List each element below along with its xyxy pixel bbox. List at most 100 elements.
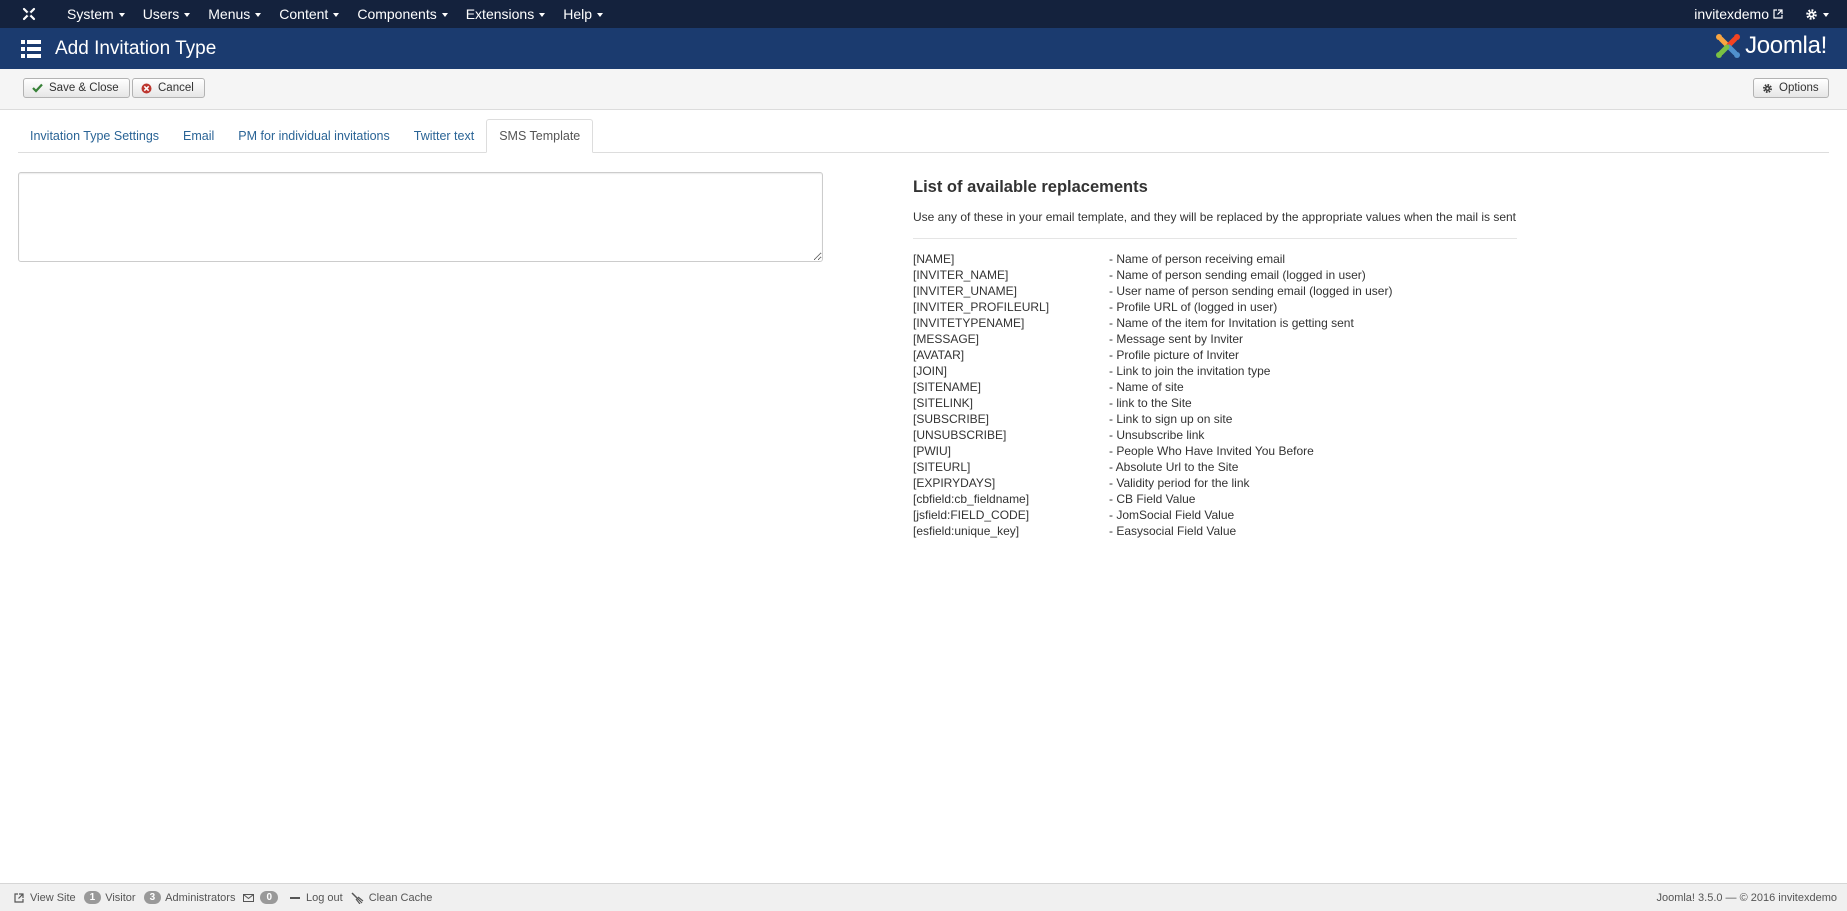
top-navbar: System Users Menus Content Components Ex… bbox=[0, 0, 1847, 28]
site-link[interactable]: invitexdemo bbox=[1684, 6, 1793, 22]
logout-link[interactable]: Log out bbox=[290, 892, 343, 904]
replacement-description: - Validity period for the link bbox=[1109, 476, 1250, 490]
replacement-row: [INVITER_NAME] - Name of person sending e… bbox=[913, 267, 1392, 283]
replacement-code: [jsfield:FIELD_CODE] bbox=[913, 508, 1030, 522]
admin-badge: 3 bbox=[143, 891, 162, 904]
replacement-description: - People Who Have Invited You Before bbox=[1109, 444, 1314, 458]
replacement-row: [MESSAGE] - Message sent by Inviter bbox=[913, 331, 1392, 347]
visitor-count: 1 Visitor bbox=[83, 891, 136, 904]
joomla-logo-text: Joomla! bbox=[1745, 32, 1827, 59]
replacement-code: [SITELINK] bbox=[913, 396, 974, 410]
replacement-code: [INVITER_UNAME] bbox=[913, 284, 1018, 298]
replacement-code: [NAME] bbox=[913, 252, 955, 266]
save-close-button[interactable]: Save & Close bbox=[23, 78, 130, 98]
joomla-brand-icon[interactable] bbox=[0, 0, 58, 28]
menu-extensions[interactable]: Extensions bbox=[457, 0, 554, 28]
joomla-logo-icon bbox=[1716, 34, 1741, 58]
replacement-description: - CB Field Value bbox=[1109, 492, 1196, 506]
replacement-code: [cbfield:cb_fieldname] bbox=[913, 492, 1030, 506]
replacement-row: [INVITETYPENAME] - Name of the item for I… bbox=[913, 315, 1392, 331]
caret-down-icon bbox=[1823, 13, 1829, 17]
settings-menu[interactable] bbox=[1793, 8, 1847, 21]
replacement-row: [INVITER_UNAME] - User name of person sen… bbox=[913, 283, 1392, 299]
replacement-description: - JomSocial Field Value bbox=[1109, 508, 1235, 522]
replacement-row: [AVATAR] - Profile picture of Inviter bbox=[913, 347, 1392, 363]
replacement-description: - Link to sign up on site bbox=[1109, 412, 1233, 426]
replacement-description: - Message sent by Inviter bbox=[1109, 332, 1244, 346]
replacement-code: [esfield:unique_key] bbox=[913, 524, 1020, 538]
replacement-row: [SUBSCRIBE] - Link to sign up on site bbox=[913, 411, 1392, 427]
admin-count: 3 Administrators bbox=[143, 891, 235, 904]
message-badge: 0 bbox=[260, 891, 279, 904]
caret-down-icon bbox=[441, 13, 448, 17]
replacement-description: - Name of person sending email (logged i… bbox=[1109, 268, 1366, 282]
replacement-description: - Link to join the invitation type bbox=[1109, 364, 1271, 378]
visitor-badge: 1 bbox=[83, 891, 102, 904]
minus-icon bbox=[290, 896, 301, 899]
page-title: Add Invitation Type bbox=[55, 37, 217, 59]
cancel-button[interactable]: Cancel bbox=[132, 78, 205, 98]
tab-email[interactable]: Email bbox=[171, 119, 226, 152]
replacements-panel: List of available replacements Use any o… bbox=[913, 178, 1517, 539]
sms-template-textarea[interactable] bbox=[18, 172, 823, 262]
status-footer: View Site 1 Visitor 3 Administrators 0 L… bbox=[0, 883, 1847, 911]
replacement-row: [UNSUBSCRIBE] - Unsubscribe link bbox=[913, 427, 1392, 443]
caret-down-icon bbox=[255, 13, 262, 17]
caret-down-icon bbox=[597, 13, 603, 17]
tab-invitation-type-settings[interactable]: Invitation Type Settings bbox=[18, 119, 171, 152]
menu-menus[interactable]: Menus bbox=[199, 0, 270, 28]
page-header: Add Invitation Type Joomla! bbox=[0, 28, 1847, 69]
replacement-code: [INVITER_NAME] bbox=[913, 268, 1009, 282]
toolbar: Save & Close Cancel Options bbox=[0, 69, 1847, 110]
replacement-row: [SITENAME] - Name of site bbox=[913, 379, 1392, 395]
broom-icon bbox=[351, 891, 364, 904]
tab-pm-individual-invitations[interactable]: PM for individual invitations bbox=[226, 119, 401, 152]
version-info: Joomla! 3.5.0 — © 2016 invitexdemo bbox=[1656, 891, 1837, 904]
messages-link[interactable]: 0 bbox=[243, 891, 282, 904]
cancel-circle-icon bbox=[141, 83, 152, 93]
replacement-row: [jsfield:FIELD_CODE] - JomSocial Field Va… bbox=[913, 507, 1392, 523]
replacement-row: [EXPIRYDAYS] - Validity period for the li… bbox=[913, 475, 1392, 491]
replacement-code: [SUBSCRIBE] bbox=[913, 412, 990, 426]
replacement-row: [JOIN] - Link to join the invitation type bbox=[913, 363, 1392, 379]
replacement-row: [cbfield:cb_fieldname] - CB Field Value bbox=[913, 491, 1392, 507]
replacement-code: [PWIU] bbox=[913, 444, 951, 458]
replacement-code: [SITENAME] bbox=[913, 380, 982, 394]
replacement-code: [UNSUBSCRIBE] bbox=[913, 428, 1007, 442]
external-link-icon bbox=[14, 892, 24, 903]
clean-cache-link[interactable]: Clean Cache bbox=[351, 891, 432, 904]
envelope-icon bbox=[243, 893, 255, 902]
tab-twitter-text[interactable]: Twitter text bbox=[402, 119, 486, 152]
replacement-description: - Profile URL of (logged in user) bbox=[1109, 300, 1278, 314]
options-button[interactable]: Options bbox=[1753, 78, 1829, 98]
joomla-logo: Joomla! bbox=[1715, 32, 1827, 60]
replacement-row: [NAME] - Name of person receiving email bbox=[913, 251, 1392, 267]
menu-users[interactable]: Users bbox=[134, 0, 200, 28]
list-icon bbox=[21, 39, 41, 58]
replacement-code: [MESSAGE] bbox=[913, 332, 980, 346]
caret-down-icon bbox=[118, 13, 125, 17]
replacement-row: [PWIU] - People Who Have Invited You Befo… bbox=[913, 443, 1392, 459]
menu-system[interactable]: System bbox=[58, 0, 134, 28]
menu-help[interactable]: Help bbox=[554, 0, 612, 28]
replacement-code: [INVITER_PROFILEURL] bbox=[913, 300, 1050, 314]
replacements-heading: List of available replacements bbox=[913, 178, 1148, 196]
replacement-description: - Name of person receiving email bbox=[1109, 252, 1286, 266]
menu-content[interactable]: Content bbox=[270, 0, 348, 28]
replacement-code: [AVATAR] bbox=[913, 348, 965, 362]
gear-icon bbox=[1806, 8, 1817, 20]
replacement-description: - Absolute Url to the Site bbox=[1109, 460, 1239, 474]
replacement-description: - User name of person sending email (log… bbox=[1109, 284, 1393, 298]
replacement-row: [SITEURL] - Absolute Url to the Site bbox=[913, 459, 1392, 475]
tab-sms-template[interactable]: SMS Template bbox=[486, 119, 594, 153]
menu-components[interactable]: Components bbox=[348, 0, 456, 28]
replacement-code: [EXPIRYDAYS] bbox=[913, 476, 996, 490]
tab-bar: Invitation Type Settings Email PM for in… bbox=[18, 119, 1829, 153]
replacements-table: [NAME] - Name of person receiving email [I… bbox=[913, 251, 1392, 539]
main-menu: System Users Menus Content Components Ex… bbox=[58, 0, 612, 28]
view-site-link[interactable]: View Site bbox=[14, 892, 76, 904]
replacement-row: [SITELINK] - link to the Site bbox=[913, 395, 1392, 411]
replacement-code: [JOIN] bbox=[913, 364, 948, 378]
external-link-icon bbox=[1773, 9, 1783, 19]
replacement-description: - Profile picture of Inviter bbox=[1109, 348, 1240, 362]
